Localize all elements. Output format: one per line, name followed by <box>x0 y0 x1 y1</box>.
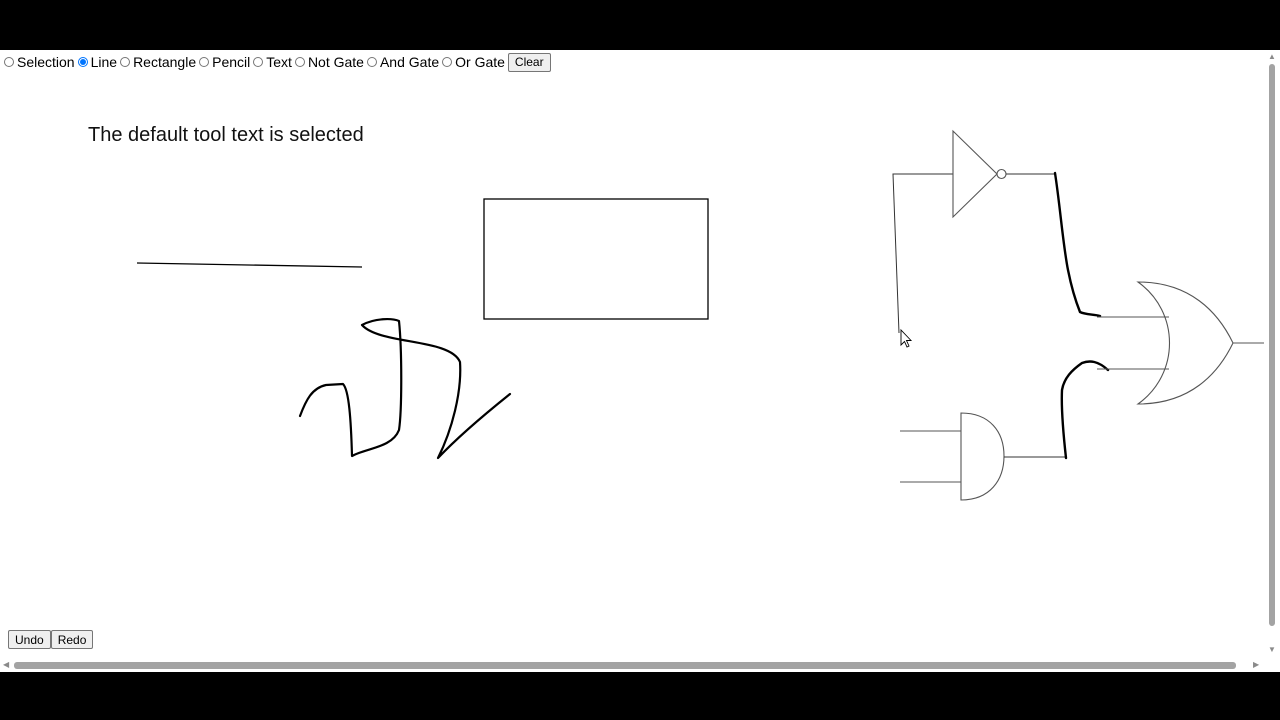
horizontal-scrollbar[interactable]: ◀ ▶ <box>0 658 1264 672</box>
drawn-rectangle[interactable] <box>483 198 709 320</box>
and-gate-body <box>960 412 1005 501</box>
redo-button[interactable]: Redo <box>50 630 94 649</box>
undo-button[interactable]: Undo <box>8 630 51 649</box>
not-gate-triangle <box>952 129 998 219</box>
canvas-text-annotation[interactable]: The default tool text is selected <box>88 124 364 146</box>
wire-and-to-or[interactable] <box>1060 360 1110 460</box>
drawn-pencil-stroke[interactable] <box>298 318 512 460</box>
not-gate[interactable] <box>892 129 1055 334</box>
horizontal-scroll-thumb[interactable] <box>14 662 1236 669</box>
history-controls: Undo Redo <box>8 630 94 649</box>
not-gate-input-wire[interactable] <box>892 173 953 334</box>
drawn-line[interactable] <box>136 262 363 268</box>
scroll-left-icon[interactable]: ◀ <box>3 661 9 669</box>
mouse-cursor-icon <box>900 328 913 348</box>
vertical-scroll-thumb[interactable] <box>1269 64 1275 626</box>
or-gate-body <box>1136 281 1234 405</box>
and-gate[interactable] <box>900 412 1066 501</box>
wire-not-to-or[interactable] <box>1053 171 1102 318</box>
scroll-up-icon[interactable]: ▲ <box>1268 53 1276 61</box>
vertical-scrollbar[interactable]: ▲ ▼ <box>1264 50 1280 658</box>
or-gate[interactable] <box>1097 281 1264 405</box>
drawing-app: Selection Line Rectangle Pencil Text Not… <box>0 50 1280 672</box>
scroll-right-icon[interactable]: ▶ <box>1253 661 1259 669</box>
not-gate-bubble <box>996 168 1007 180</box>
drawing-canvas[interactable]: The default tool text is selected <box>0 50 1264 658</box>
scroll-down-icon[interactable]: ▼ <box>1268 646 1276 654</box>
